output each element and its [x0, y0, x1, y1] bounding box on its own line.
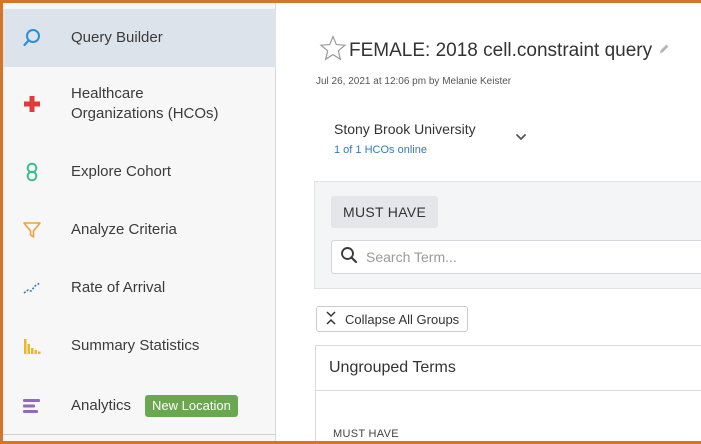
trend-line-icon	[21, 277, 43, 299]
pencil-icon[interactable]	[658, 42, 670, 60]
cohort-icon	[21, 161, 43, 183]
ungrouped-terms-header[interactable]: Ungrouped Terms	[315, 345, 701, 391]
sidebar-divider	[3, 434, 276, 435]
sidebar-item-label: Analytics	[71, 397, 132, 414]
sidebar-item-query-builder[interactable]: Query Builder	[3, 9, 276, 67]
funnel-icon	[21, 219, 43, 241]
sidebar-item-label: Explore Cohort	[71, 163, 172, 180]
bar-chart-icon	[21, 335, 43, 357]
main-content: FEMALE: 2018 cell.constraint query Jul 2…	[276, 3, 701, 441]
new-location-badge: New Location	[145, 395, 238, 417]
org-status[interactable]: 1 of 1 HCOs online	[334, 144, 427, 156]
org-name[interactable]: Stony Brook University	[334, 121, 476, 137]
chevron-down-icon[interactable]	[514, 129, 528, 147]
search-term-input[interactable]	[364, 248, 688, 266]
collapse-icon	[325, 310, 337, 328]
sidebar-item-label: Query Builder	[71, 29, 163, 46]
analytics-icon	[21, 395, 43, 417]
search-icon	[21, 27, 43, 49]
sidebar-item-rate-of-arrival[interactable]: Rate of Arrival	[3, 259, 276, 317]
search-box[interactable]	[331, 240, 701, 274]
sidebar-item-summary-statistics[interactable]: Summary Statistics	[3, 317, 276, 375]
collapse-all-groups-button[interactable]: Collapse All Groups	[316, 306, 469, 332]
must-have-panel: MUST HAVE	[314, 181, 701, 289]
sidebar-item-label: Rate of Arrival	[71, 279, 166, 296]
app-frame: Query Builder Healthcare Organizations (…	[0, 0, 701, 444]
star-icon[interactable]	[319, 34, 347, 66]
sidebar-item-hcos[interactable]: Healthcare Organizations (HCOs)	[3, 73, 276, 135]
sidebar-item-label: Healthcare Organizations (HCOs)	[71, 85, 219, 122]
sidebar-item-label: Summary Statistics	[71, 337, 200, 354]
sidebar: Query Builder Healthcare Organizations (…	[3, 3, 276, 441]
query-title: FEMALE: 2018 cell.constraint query	[349, 39, 653, 61]
sidebar-item-explore-cohort[interactable]: Explore Cohort	[3, 143, 276, 201]
sidebar-item-label: Analyze Criteria	[71, 221, 177, 238]
plus-icon	[21, 93, 43, 115]
search-icon	[340, 246, 358, 269]
ungrouped-must-have-label: MUST HAVE	[333, 428, 399, 440]
collapse-label: Collapse All Groups	[345, 311, 460, 327]
query-title-row: FEMALE: 2018 cell.constraint query	[319, 34, 670, 66]
sidebar-item-analytics[interactable]: Analytics New Location	[3, 377, 276, 435]
query-meta: Jul 26, 2021 at 12:06 pm by Melanie Keis…	[316, 76, 512, 87]
sidebar-item-analyze-criteria[interactable]: Analyze Criteria	[3, 201, 276, 259]
must-have-button[interactable]: MUST HAVE	[331, 196, 439, 228]
